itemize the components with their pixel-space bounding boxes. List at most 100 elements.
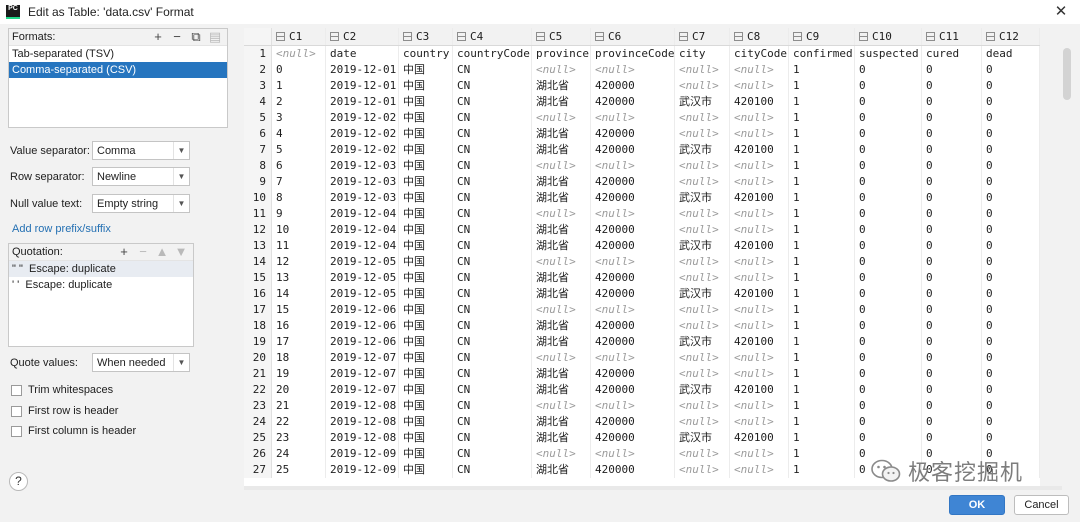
cancel-button[interactable]: Cancel [1014, 495, 1069, 515]
table-cell[interactable]: 24 [272, 446, 326, 462]
add-quotation-button[interactable]: + [116, 245, 132, 259]
table-cell[interactable]: CN [453, 334, 532, 350]
table-cell[interactable]: <null> [675, 222, 730, 238]
quote-values-select[interactable]: When needed ▼ [92, 353, 190, 372]
table-cell[interactable]: 中国 [399, 414, 453, 430]
table-row[interactable]: 2 0 2019-12-01 中国 CN <null> <null> <null> <null>… [244, 62, 1040, 78]
table-cell[interactable]: CN [453, 430, 532, 446]
table-cell[interactable]: CN [453, 142, 532, 158]
table-cell[interactable]: 0 [855, 94, 922, 110]
table-cell[interactable]: <null> [730, 270, 789, 286]
table-cell[interactable]: 420000 [591, 334, 675, 350]
table-cell[interactable]: 0 [922, 78, 982, 94]
table-row[interactable]: 19 17 2019-12-06 中国 CN 湖北省 420000 武汉市 420100 1 0 0 0 [244, 334, 1040, 350]
table-cell[interactable]: 中国 [399, 206, 453, 222]
table-cell[interactable]: 0 [855, 110, 922, 126]
table-cell[interactable]: 武汉市 [675, 382, 730, 398]
column-header[interactable]: C5 [532, 28, 591, 45]
table-cell[interactable]: 0 [982, 126, 1040, 142]
table-cell[interactable]: 420000 [591, 270, 675, 286]
table-cell[interactable]: 22 [272, 414, 326, 430]
table-cell[interactable]: 湖北省 [532, 270, 591, 286]
table-cell[interactable]: 18 [272, 350, 326, 366]
table-cell[interactable]: CN [453, 110, 532, 126]
help-button[interactable]: ? [9, 472, 28, 491]
table-cell[interactable]: suspected [855, 46, 922, 62]
table-cell[interactable]: 湖北省 [532, 126, 591, 142]
table-cell[interactable]: 2019-12-02 [326, 142, 399, 158]
table-cell[interactable]: CN [453, 270, 532, 286]
table-cell[interactable]: 0 [982, 190, 1040, 206]
table-cell[interactable]: 2019-12-08 [326, 398, 399, 414]
table-cell[interactable]: 1 [789, 158, 855, 174]
table-cell[interactable]: 2019-12-08 [326, 430, 399, 446]
table-cell[interactable]: 中国 [399, 334, 453, 350]
table-cell[interactable]: 420100 [730, 382, 789, 398]
column-header[interactable]: C6 [591, 28, 675, 45]
table-cell[interactable]: <null> [591, 110, 675, 126]
table-cell[interactable]: 0 [922, 190, 982, 206]
table-cell[interactable]: 420000 [591, 366, 675, 382]
table-cell[interactable]: <null> [591, 446, 675, 462]
null-value-select[interactable]: Empty string ▼ [92, 194, 190, 213]
table-cell[interactable]: <null> [591, 254, 675, 270]
table-cell[interactable]: 420000 [591, 238, 675, 254]
table-cell[interactable]: <null> [675, 254, 730, 270]
value-separator-select[interactable]: Comma ▼ [92, 141, 190, 160]
table-cell[interactable]: 武汉市 [675, 334, 730, 350]
table-cell[interactable]: 420100 [730, 142, 789, 158]
table-cell[interactable]: province [532, 46, 591, 62]
table-cell[interactable]: 0 [855, 222, 922, 238]
table-cell[interactable]: 0 [855, 142, 922, 158]
table-cell[interactable]: 420000 [591, 286, 675, 302]
table-cell[interactable]: 16 [272, 318, 326, 334]
table-cell[interactable]: 4 [272, 126, 326, 142]
table-cell[interactable]: <null> [730, 254, 789, 270]
table-cell[interactable]: <null> [532, 206, 591, 222]
table-cell[interactable]: 中国 [399, 78, 453, 94]
table-cell[interactable]: 1 [789, 350, 855, 366]
table-row[interactable]: 9 7 2019-12-03 中国 CN 湖北省 420000 <null> <null> 1 0 0… [244, 174, 1040, 190]
table-cell[interactable]: <null> [730, 350, 789, 366]
table-cell[interactable]: 0 [922, 302, 982, 318]
table-row[interactable]: 15 13 2019-12-05 中国 CN 湖北省 420000 <null> <null> 1… [244, 270, 1040, 286]
table-cell[interactable]: <null> [532, 110, 591, 126]
table-cell[interactable]: 1 [789, 78, 855, 94]
table-row[interactable]: 25 23 2019-12-08 中国 CN 湖北省 420000 武汉市 420100 1 0 0 0 [244, 430, 1040, 446]
table-cell[interactable]: 中国 [399, 174, 453, 190]
table-cell[interactable]: 湖北省 [532, 142, 591, 158]
table-cell[interactable]: 2019-12-05 [326, 286, 399, 302]
table-cell[interactable]: 0 [982, 398, 1040, 414]
checkbox-box[interactable] [11, 384, 22, 396]
table-cell[interactable]: <null> [730, 462, 789, 478]
table-cell[interactable]: 0 [982, 286, 1040, 302]
table-cell[interactable]: 武汉市 [675, 190, 730, 206]
table-cell[interactable]: 0 [855, 158, 922, 174]
table-cell[interactable]: 0 [982, 78, 1040, 94]
table-cell[interactable]: CN [453, 126, 532, 142]
column-header[interactable]: C12 [982, 28, 1040, 45]
table-cell[interactable]: 1 [789, 382, 855, 398]
table-row[interactable]: 8 6 2019-12-03 中国 CN <null> <null> <null> <null>… [244, 158, 1040, 174]
table-cell[interactable]: 中国 [399, 270, 453, 286]
table-cell[interactable]: 1 [789, 366, 855, 382]
table-cell[interactable]: 0 [855, 286, 922, 302]
table-cell[interactable]: 2019-12-09 [326, 446, 399, 462]
table-cell[interactable]: 10 [272, 222, 326, 238]
column-header[interactable]: C9 [789, 28, 855, 45]
table-cell[interactable]: 1 [789, 206, 855, 222]
table-cell[interactable]: <null> [730, 302, 789, 318]
table-cell[interactable]: 湖北省 [532, 334, 591, 350]
table-cell[interactable]: 中国 [399, 254, 453, 270]
checkbox-box[interactable] [11, 405, 22, 417]
close-window-button[interactable]: ✕ [1052, 3, 1070, 21]
table-cell[interactable]: 0 [982, 366, 1040, 382]
table-row[interactable]: 12 10 2019-12-04 中国 CN 湖北省 420000 <null> <null> 1… [244, 222, 1040, 238]
row-separator-select[interactable]: Newline ▼ [92, 167, 190, 186]
table-cell[interactable]: 0 [855, 254, 922, 270]
table-cell[interactable]: 0 [855, 238, 922, 254]
table-cell[interactable]: CN [453, 238, 532, 254]
table-cell[interactable]: <null> [730, 174, 789, 190]
table-cell[interactable]: <null> [730, 366, 789, 382]
table-cell[interactable]: <null> [675, 270, 730, 286]
